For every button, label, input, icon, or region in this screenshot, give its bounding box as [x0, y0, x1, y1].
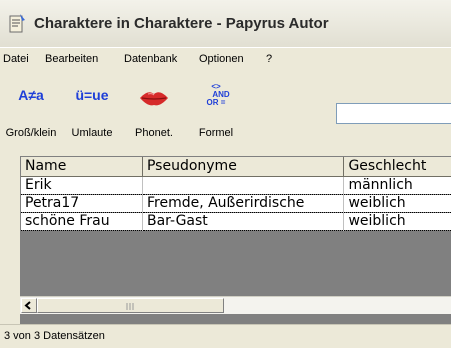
- title-bar: Charaktere in Charaktere - Papyrus Autor: [0, 0, 451, 47]
- horizontal-scrollbar[interactable]: [20, 296, 451, 314]
- scroll-thumb[interactable]: [37, 298, 224, 313]
- cell-pseudonyms[interactable]: Fremde, Außerirdische: [142, 194, 345, 213]
- chevron-left-icon: [24, 301, 31, 310]
- cell-name[interactable]: Erik: [21, 176, 143, 195]
- cell-gender[interactable]: weiblich: [343, 212, 451, 231]
- menu-optionen[interactable]: Optionen: [199, 53, 244, 65]
- cell-pseudonyms[interactable]: [142, 176, 345, 195]
- cell-gender[interactable]: männlich: [343, 176, 451, 195]
- window-title: Charaktere in Charaktere - Papyrus Autor: [34, 15, 329, 32]
- status-bar: 3 von 3 Datensätzen: [0, 324, 451, 348]
- case-sensitive-button[interactable]: A≠a Groß/klein: [0, 71, 62, 148]
- umlaut-label: Umlaute: [71, 127, 113, 139]
- papyrus-app-icon: [9, 14, 25, 33]
- formula-label: Formel: [198, 127, 234, 139]
- column-header-gender[interactable]: Geschlecht: [343, 157, 451, 177]
- lips-icon: [140, 92, 168, 106]
- cell-gender[interactable]: weiblich: [343, 194, 451, 213]
- case-sensitive-label: Groß/klein: [5, 127, 57, 139]
- menu-datenbank[interactable]: Datenbank: [124, 53, 177, 65]
- cell-name[interactable]: Petra17: [21, 194, 143, 213]
- menu-bearbeiten[interactable]: Bearbeiten: [45, 53, 98, 65]
- scroll-left-button[interactable]: [21, 298, 37, 313]
- header-row: Name Pseudonyme Geschlecht: [21, 157, 451, 177]
- characters-table: Name Pseudonyme Geschlecht Erik männlich…: [21, 157, 451, 231]
- search-input[interactable]: [336, 103, 451, 124]
- table-row[interactable]: schöne Frau Bar-Gast weiblich: [21, 212, 451, 231]
- formula-button[interactable]: <> AND OR = Formel: [186, 71, 246, 148]
- menu-help[interactable]: ?: [266, 53, 272, 65]
- umlaut-icon: ü=ue: [75, 87, 109, 103]
- case-sensitive-icon: A≠a: [18, 87, 44, 103]
- cell-name[interactable]: schöne Frau: [21, 212, 143, 231]
- grip-icon: [126, 303, 134, 310]
- menu-bar: Datei Bearbeiten Datenbank Optionen ?: [0, 47, 451, 72]
- phonetic-button[interactable]: Phonet.: [122, 71, 186, 148]
- formula-icon: <> AND OR =: [206, 82, 230, 107]
- menu-datei[interactable]: Datei: [3, 53, 29, 65]
- cell-pseudonyms[interactable]: Bar-Gast: [142, 212, 345, 231]
- table-row[interactable]: Erik männlich: [21, 176, 451, 195]
- phonetic-label: Phonet.: [135, 127, 173, 139]
- column-header-pseudonyms[interactable]: Pseudonyme: [142, 157, 345, 177]
- umlaut-button[interactable]: ü=ue Umlaute: [64, 71, 120, 148]
- column-header-name[interactable]: Name: [21, 157, 143, 177]
- table-row[interactable]: Petra17 Fremde, Außerirdische weiblich: [21, 194, 451, 213]
- record-count: 3 von 3 Datensätzen: [4, 330, 105, 342]
